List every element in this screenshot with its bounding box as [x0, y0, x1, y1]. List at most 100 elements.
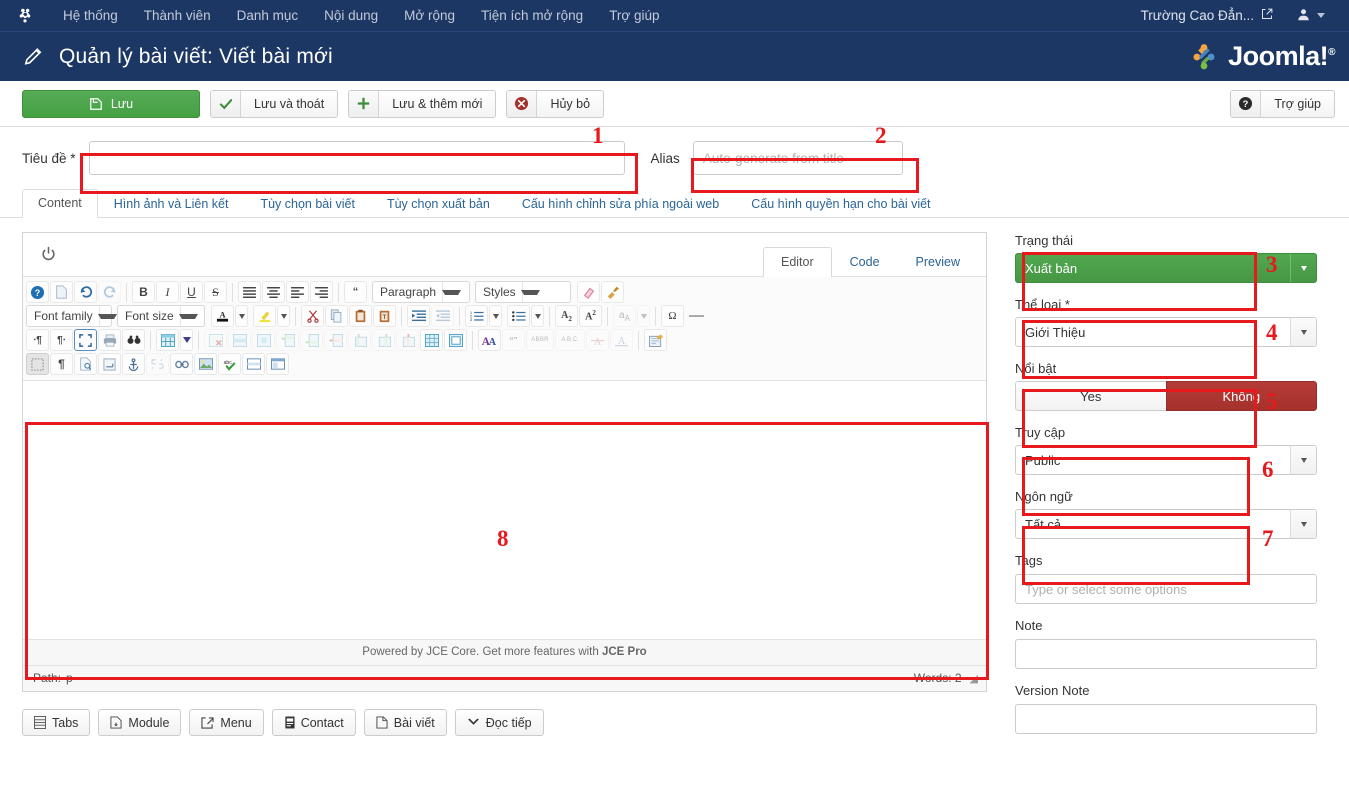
table-dropdown-arrow[interactable] — [180, 329, 193, 351]
new-document-icon[interactable] — [50, 281, 73, 303]
subscript-icon[interactable]: A2 — [555, 305, 578, 327]
paste-icon[interactable] — [349, 305, 372, 327]
menu-item-help[interactable]: Trợ giúp — [596, 2, 672, 29]
tags-input[interactable] — [1015, 574, 1317, 604]
tab-publishing-options[interactable]: Tùy chọn xuất bản — [371, 190, 506, 218]
bullet-list-dropdown-arrow[interactable] — [531, 305, 544, 327]
power-toggle-icon[interactable] — [35, 242, 61, 268]
remove-format-icon[interactable] — [577, 281, 600, 303]
xtd-button-module[interactable]: Module — [98, 709, 182, 736]
insert-table-icon[interactable] — [156, 329, 179, 351]
align-left-icon[interactable] — [286, 281, 309, 303]
category-select[interactable]: Giới Thiệu — [1015, 317, 1317, 347]
resize-grip-icon[interactable]: ◢ — [970, 672, 978, 685]
user-menu-button[interactable] — [1285, 2, 1339, 30]
save-and-new-button[interactable]: Lưu & thêm mới — [348, 89, 497, 118]
alias-input[interactable] — [692, 141, 903, 175]
tab-article-options[interactable]: Tùy chọn bài viết — [244, 190, 371, 218]
anchor-icon[interactable] — [122, 353, 145, 375]
help-button[interactable]: ? Trợ giúp — [1230, 89, 1335, 118]
paragraph-format-select[interactable]: Paragraph — [372, 281, 470, 303]
readmore-icon[interactable] — [242, 353, 265, 375]
view-site-link[interactable]: Trường Cao Đẳn... — [1129, 2, 1285, 29]
status-select[interactable]: Xuất bản — [1015, 253, 1317, 283]
print-icon[interactable] — [98, 329, 121, 351]
source-code-icon[interactable] — [644, 329, 667, 351]
note-input[interactable] — [1015, 639, 1317, 669]
indent-icon[interactable] — [407, 305, 430, 327]
bold-icon[interactable]: B — [132, 281, 155, 303]
tab-frontend-edit-config[interactable]: Cấu hình chỉnh sửa phía ngoài web — [506, 190, 735, 218]
menu-item-system[interactable]: Hệ thống — [50, 2, 131, 29]
visual-blocks-icon[interactable] — [26, 353, 49, 375]
menu-item-components[interactable]: Mở rộng — [391, 2, 468, 29]
bullet-list-icon[interactable] — [507, 305, 530, 327]
split-cells-icon[interactable] — [420, 329, 443, 351]
article-link-icon[interactable] — [74, 353, 97, 375]
font-color-icon[interactable]: AA — [478, 329, 501, 351]
special-character-icon[interactable]: Ω — [661, 305, 684, 327]
version-note-input[interactable] — [1015, 704, 1317, 734]
menu-item-menus[interactable]: Danh mục — [224, 2, 312, 29]
image-manager-icon[interactable] — [194, 353, 217, 375]
editor-mode-preview[interactable]: Preview — [898, 247, 978, 277]
numbered-list-dropdown-arrow[interactable] — [489, 305, 502, 327]
styles-select[interactable]: Styles — [475, 281, 571, 303]
cut-icon[interactable] — [301, 305, 324, 327]
preview-icon[interactable] — [122, 329, 145, 351]
xtd-button-article[interactable]: Bài viết — [363, 709, 447, 736]
tab-article-permissions[interactable]: Cấu hình quyền hạn cho bài viết — [735, 190, 946, 218]
menu-item-content[interactable]: Nội dung — [311, 2, 391, 29]
featured-yes-button[interactable]: Yes — [1015, 381, 1166, 411]
cancel-button[interactable]: Hủy bỏ — [506, 89, 605, 118]
underline-icon[interactable]: U — [180, 281, 203, 303]
merge-cells-icon[interactable] — [444, 329, 467, 351]
editor-mode-code[interactable]: Code — [832, 247, 898, 277]
cleanup-icon[interactable] — [601, 281, 624, 303]
copy-icon[interactable] — [325, 305, 348, 327]
align-center-icon[interactable] — [262, 281, 285, 303]
spellchecker-icon[interactable]: abc — [218, 353, 241, 375]
strikethrough-icon[interactable]: S — [204, 281, 227, 303]
access-select[interactable]: Public — [1015, 445, 1317, 475]
font-size-select[interactable]: Font size — [117, 305, 205, 327]
superscript-icon[interactable]: A2 — [579, 305, 602, 327]
align-justify-icon[interactable] — [238, 281, 261, 303]
editor-body[interactable] — [23, 381, 986, 639]
xtd-button-menu[interactable]: Menu — [189, 709, 264, 736]
highlight-color-dropdown-arrow[interactable] — [277, 305, 290, 327]
title-input[interactable] — [88, 141, 625, 175]
italic-icon[interactable]: I — [156, 281, 179, 303]
jce-pro-link[interactable]: JCE Pro — [602, 646, 647, 658]
link-icon[interactable] — [170, 353, 193, 375]
xtd-button-tabs[interactable]: Tabs — [22, 709, 91, 736]
save-button[interactable]: Lưu — [22, 89, 200, 118]
page-break-icon[interactable] — [98, 353, 121, 375]
tab-images-and-links[interactable]: Hình ảnh và Liên kết — [98, 190, 245, 218]
blockquote-icon[interactable]: “ — [344, 281, 367, 303]
ltr-icon[interactable]: ⋅¶ — [26, 329, 49, 351]
font-family-select[interactable]: Font family — [26, 305, 118, 327]
menu-item-extensions[interactable]: Tiện ích mở rộng — [468, 2, 596, 29]
align-right-icon[interactable] — [310, 281, 333, 303]
text-color-icon[interactable]: A — [211, 305, 234, 327]
rtl-icon[interactable]: ¶⋅ — [50, 329, 73, 351]
paragraph-marks-icon[interactable]: ¶ — [50, 353, 73, 375]
horizontal-rule-icon[interactable] — [685, 305, 708, 327]
menu-item-users[interactable]: Thành viên — [131, 2, 224, 29]
pagebreak-icon[interactable] — [266, 353, 289, 375]
xtd-button-contact[interactable]: Contact — [271, 709, 356, 736]
paste-text-icon[interactable]: T — [373, 305, 396, 327]
language-select[interactable]: Tất cả — [1015, 509, 1317, 539]
highlight-color-icon[interactable] — [253, 305, 276, 327]
undo-icon[interactable] — [74, 281, 97, 303]
save-and-close-button[interactable]: Lưu và thoát — [210, 89, 339, 118]
help-icon[interactable]: ? — [26, 281, 49, 303]
featured-no-button[interactable]: Không — [1165, 381, 1317, 411]
editor-mode-editor[interactable]: Editor — [762, 247, 832, 277]
joomla-logo-icon[interactable] — [14, 5, 36, 27]
text-color-dropdown-arrow[interactable] — [235, 305, 248, 327]
fullscreen-icon[interactable] — [74, 329, 97, 351]
tab-content[interactable]: Content — [22, 189, 98, 218]
numbered-list-icon[interactable]: 123 — [465, 305, 488, 327]
